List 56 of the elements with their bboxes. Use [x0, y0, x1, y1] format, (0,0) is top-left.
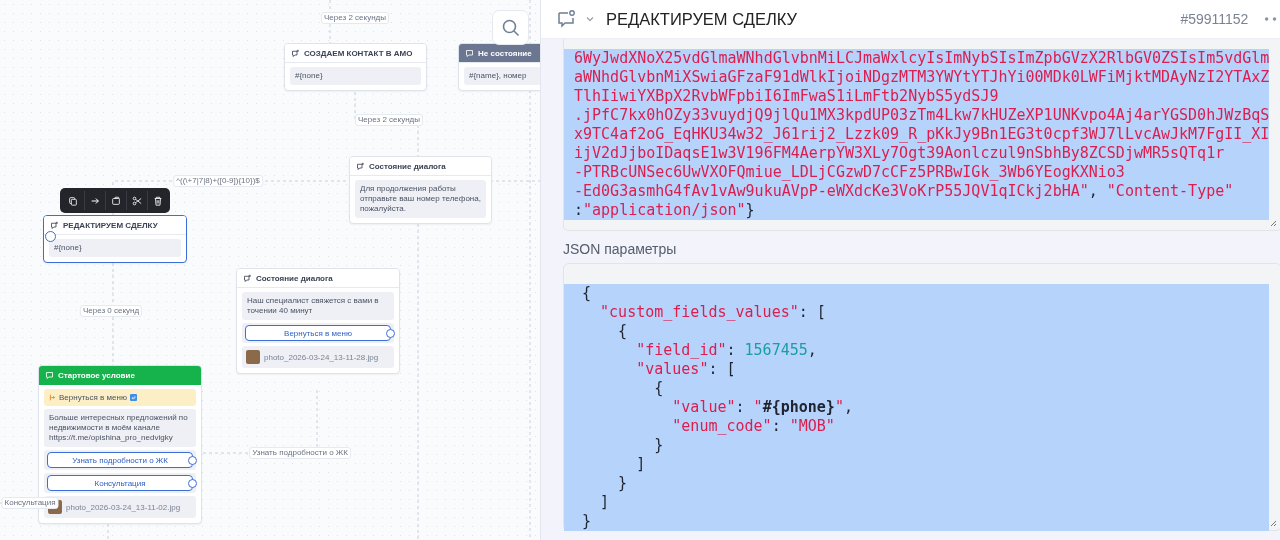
message-text: Для продолжения работы отправьте ваш номер телефона, пожалуйста.: [355, 180, 486, 218]
node-title: Состояние диалога: [369, 161, 446, 171]
flow-node[interactable]: Не состояние #{name}, номер: [458, 43, 540, 91]
json-code-editor[interactable]: { "custom_fields_values": [ { "field_id": 1567455, "values": [ { "value": "#{phone}", "enum_code": "MOB" } ] } ] }: [563, 263, 1280, 531]
reply-button[interactable]: Вернуться в меню: [245, 325, 391, 341]
chat-bubble-icon: [556, 9, 576, 29]
node-title: РЕДАКТИРУЕМ СДЕЛКУ: [63, 220, 158, 230]
connector-label: Через 2 секунды: [321, 12, 389, 24]
chat-bubble-icon: [465, 48, 474, 58]
chat-bubble-icon: [50, 220, 59, 230]
connector-label: Через 2 секунды: [355, 114, 423, 126]
branch-icon: [49, 394, 56, 401]
flow-node[interactable]: РЕДАКТИРУЕМ СДЕЛКУ #{none}: [43, 215, 187, 263]
copy-icon: [68, 195, 78, 206]
reply-button[interactable]: Консультация: [47, 475, 193, 491]
field-label: JSON параметры: [563, 240, 678, 259]
reply-button[interactable]: Узнать подробности о ЖК: [47, 452, 193, 468]
node-title: Состояние диалога: [256, 273, 333, 283]
record-id: #59911152: [1180, 11, 1249, 27]
chat-bubble-icon: [356, 161, 365, 171]
node-title: Стартовое условие: [58, 370, 135, 380]
trash-icon: [152, 195, 163, 206]
port-handle[interactable]: [188, 456, 197, 465]
panel-title: РЕДАКТИРУЕМ СДЕЛКУ: [606, 9, 798, 29]
clipboard-icon: [110, 195, 121, 206]
file-name: photo_2026-03-24_13-11-02.jpg: [66, 502, 181, 512]
return-icon: [129, 394, 137, 401]
search-button[interactable]: [492, 10, 529, 45]
search-icon: [500, 17, 521, 38]
message-text: Больше интересных предложений по недвижимости в моём канале https://t.me/opishina_pro_nedvigky: [44, 409, 196, 447]
goto-label: Вернуться в меню: [59, 393, 127, 402]
arrow-right-icon: [89, 195, 100, 206]
chat-bubble-icon: [45, 370, 54, 380]
scissors-icon: [131, 195, 142, 206]
message-text: #{name}, номер: [464, 67, 540, 85]
chat-bubble-icon: [291, 48, 300, 58]
chevron-down-icon[interactable]: [585, 14, 595, 24]
connector-label: Через 0 секунд: [79, 305, 143, 317]
node-title: Не состояние: [478, 48, 532, 58]
connector-label: ^((\+7|7|8)+([0-9]){10})$: [173, 175, 263, 187]
resize-handle-icon[interactable]: [1269, 519, 1278, 527]
port-handle[interactable]: [188, 479, 197, 488]
flow-node[interactable]: Состояние диалога Наш специалист свяжется с вами в точении 40 минут Вернуться в меню photo_2026-03-24_13-11-28.jpg: [236, 268, 400, 374]
chat-bubble-icon: [243, 273, 252, 283]
message-text: Наш специалист свяжется с вами в точении 40 минут: [242, 292, 394, 320]
resize-handle-icon[interactable]: [1269, 219, 1278, 227]
headers-code-editor[interactable]: 6WyJwdXNoX25vdGlmaWNhdGlvbnMiLCJmaWxlcyIsImNybSIsImZpbGVzX2RlbGV0ZSIsIm5vdGlm aWNhdGlvbnMiXSwiaGFzaF91dWlkIjoiNDgzMTM3YWYtYTJhYi00MDk0LWFiMjktMDAyNzI2YTAxZ TlhIiwiYXBpX2RvbWFpbiI6ImFwaS1iLmFtb2NybS5ydSJ9 .jPfC7kx0hOZy33vuydjQ9jlQu1MX3kpdUP03zTm4Lkw7kHUZeXP1UNKvpo4Aj4arYGSD0hJWzBqS x9TC4af2oG_EqHKU34w32_J61rij2_Lzzk09_R_pKkJy9Bn1EG3t0cpf3WJ7lLvcAwJkM7FgII_XI ijV2dJjboIDaqsE1w3V196FM4AerpYW3XLy7Ogt39Aonlczul9nSbhBy8ZCSDjwMR5sQTq1r -PTRBcUNSec6UwVXOFQmiue_LDLjCGzwD7cCFz5PRBwIGk_3Wb6YEogKXNio3 -Ed0G3asmhG4fAv1vAw9ukuAVpP-eWXdcKe3VoKrP55JQV1qICkj2bHA", "Content-Type" :"application/json"}: [563, 39, 1280, 231]
photo-placeholder: [246, 350, 260, 364]
flow-node[interactable]: СОЗДАЕМ КОНТАКТ В АМО #{none}: [284, 43, 427, 91]
node-title: СОЗДАЕМ КОНТАКТ В АМО: [304, 48, 413, 58]
file-name: photo_2026-03-24_13-11-28.jpg: [264, 352, 379, 362]
flow-node[interactable]: Состояние диалога Для продолжения работы отправьте ваш номер телефона, пожалуйста.: [349, 156, 492, 224]
message-text: #{none}: [49, 239, 181, 257]
port-handle[interactable]: [386, 329, 395, 338]
message-text: #{none}: [290, 67, 421, 85]
connector-label: Узнать подробности о ЖК: [249, 447, 351, 459]
